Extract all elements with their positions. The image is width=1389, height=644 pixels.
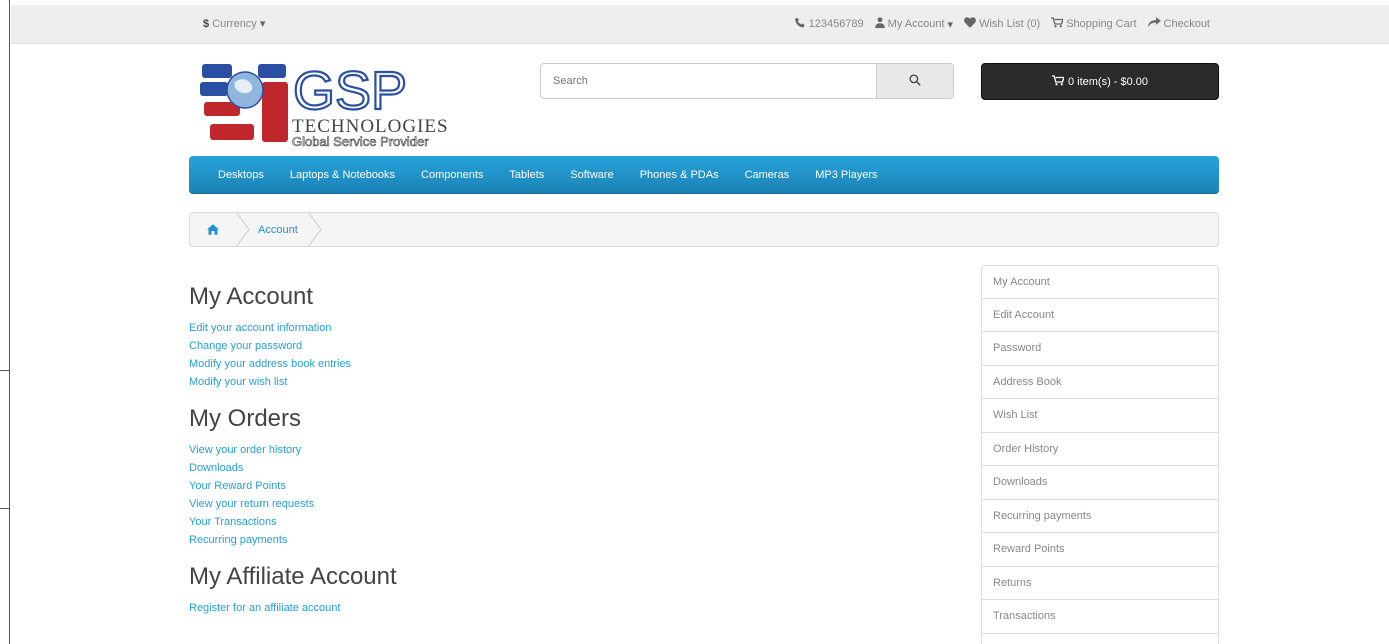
wish-list-link[interactable]: Modify your wish list (189, 376, 287, 388)
sidebar-item-reward-points[interactable]: Reward Points (981, 533, 1219, 567)
sidebar-item-returns[interactable]: Returns (981, 566, 1219, 600)
share-icon (1147, 17, 1161, 31)
phone-link[interactable]: 123456789 (794, 17, 864, 31)
cart-icon (1051, 17, 1065, 31)
user-icon (874, 17, 885, 31)
breadcrumb: Account (189, 211, 1219, 248)
sidebar-item-transactions[interactable]: Transactions (981, 600, 1219, 634)
reward-points-link[interactable]: Your Reward Points (189, 480, 286, 492)
caret-down-icon: ▾ (259, 18, 266, 30)
recurring-payments-link[interactable]: Recurring payments (189, 534, 287, 546)
search-input[interactable] (541, 64, 876, 98)
cart-button[interactable]: 0 item(s) - $0.00 (981, 63, 1219, 100)
return-requests-link[interactable]: View your return requests (189, 498, 314, 510)
search-bar (540, 63, 954, 99)
breadcrumb-separator (235, 211, 250, 248)
shopping-cart-label: Shopping Cart (1066, 18, 1137, 30)
sidebar-item-downloads[interactable]: Downloads (981, 466, 1219, 500)
checkout-link[interactable]: Checkout (1147, 17, 1210, 31)
menu-item-laptops-notebooks[interactable]: Laptops & Notebooks (277, 169, 408, 181)
section-title-affiliate: My Affiliate Account (189, 563, 397, 590)
sidebar-item-edit-account[interactable]: Edit Account (981, 298, 1219, 332)
sidebar-item-address-book[interactable]: Address Book (981, 365, 1219, 399)
sidebar-item-partial[interactable] (981, 633, 1219, 644)
caret-down-icon: ▾ (947, 18, 954, 31)
store-logo[interactable]: GSP TECHNOLOGIES Global Service Provider (200, 60, 460, 149)
shopping-cart-link[interactable]: Shopping Cart (1051, 17, 1137, 31)
currency-dropdown[interactable]: $ Currency ▾ (203, 17, 265, 30)
transactions-link[interactable]: Your Transactions (189, 516, 277, 528)
breadcrumb-account[interactable]: Account (250, 224, 308, 236)
left-edge-border (0, 0, 10, 644)
search-icon (909, 73, 921, 89)
phone-number: 123456789 (808, 18, 864, 30)
checkout-label: Checkout (1163, 18, 1210, 30)
sidebar-item-password[interactable]: Password (981, 332, 1219, 366)
menu-item-phones-pdas[interactable]: Phones & PDAs (627, 169, 732, 181)
logo-brand: GSP (293, 62, 407, 121)
sidebar-item-wish-list[interactable]: Wish List (981, 399, 1219, 433)
top-links: 123456789 My Account ▾ Wish List (0) Sho… (794, 17, 1210, 31)
address-book-link[interactable]: Modify your address book entries (189, 358, 351, 370)
section-title-my-orders: My Orders (189, 405, 302, 432)
account-links: Edit your account information Change you… (189, 319, 949, 391)
heart-icon (964, 17, 976, 31)
wish-list-label: Wish List (0) (979, 18, 1041, 30)
category-menu: Desktops Laptops & Notebooks Components … (189, 156, 1219, 194)
cart-total: 0 item(s) - $0.00 (1067, 75, 1149, 88)
breadcrumb-separator (307, 211, 322, 248)
edit-account-link[interactable]: Edit your account information (189, 322, 331, 334)
menu-item-cameras[interactable]: Cameras (732, 169, 803, 181)
top-bar: $ Currency ▾ 123456789 My Account ▾ Wish… (11, 5, 1389, 44)
downloads-link[interactable]: Downloads (189, 462, 243, 474)
currency-label: Currency (212, 18, 257, 30)
sidebar-item-my-account[interactable]: My Account (981, 265, 1219, 299)
menu-item-tablets[interactable]: Tablets (496, 169, 557, 181)
menu-item-components[interactable]: Components (408, 169, 496, 181)
logo-line2: Global Service Provider (292, 134, 429, 148)
home-icon[interactable] (190, 224, 236, 235)
affiliate-links: Register for an affiliate account (189, 599, 949, 617)
register-affiliate-link[interactable]: Register for an affiliate account (189, 602, 340, 614)
search-button[interactable] (876, 64, 953, 98)
menu-item-desktops[interactable]: Desktops (205, 169, 277, 181)
orders-links: View your order history Downloads Your R… (189, 441, 949, 549)
account-sidebar: My Account Edit Account Password Address… (981, 265, 1219, 644)
wish-list-link[interactable]: Wish List (0) (964, 17, 1040, 31)
order-history-link[interactable]: View your order history (189, 444, 301, 456)
my-account-dropdown[interactable]: My Account ▾ (874, 17, 954, 31)
currency-symbol: $ (203, 18, 210, 30)
account-content: My Account Edit your account information… (189, 282, 949, 630)
my-account-label: My Account (887, 18, 945, 30)
cart-icon (1051, 74, 1065, 89)
section-title-my-account: My Account (189, 283, 314, 310)
menu-item-mp3-players[interactable]: MP3 Players (802, 169, 890, 181)
menu-item-software[interactable]: Software (557, 169, 626, 181)
sidebar-item-recurring-payments[interactable]: Recurring payments (981, 499, 1219, 533)
change-password-link[interactable]: Change your password (189, 340, 302, 352)
phone-icon (794, 17, 806, 31)
sidebar-item-order-history[interactable]: Order History (981, 432, 1219, 466)
